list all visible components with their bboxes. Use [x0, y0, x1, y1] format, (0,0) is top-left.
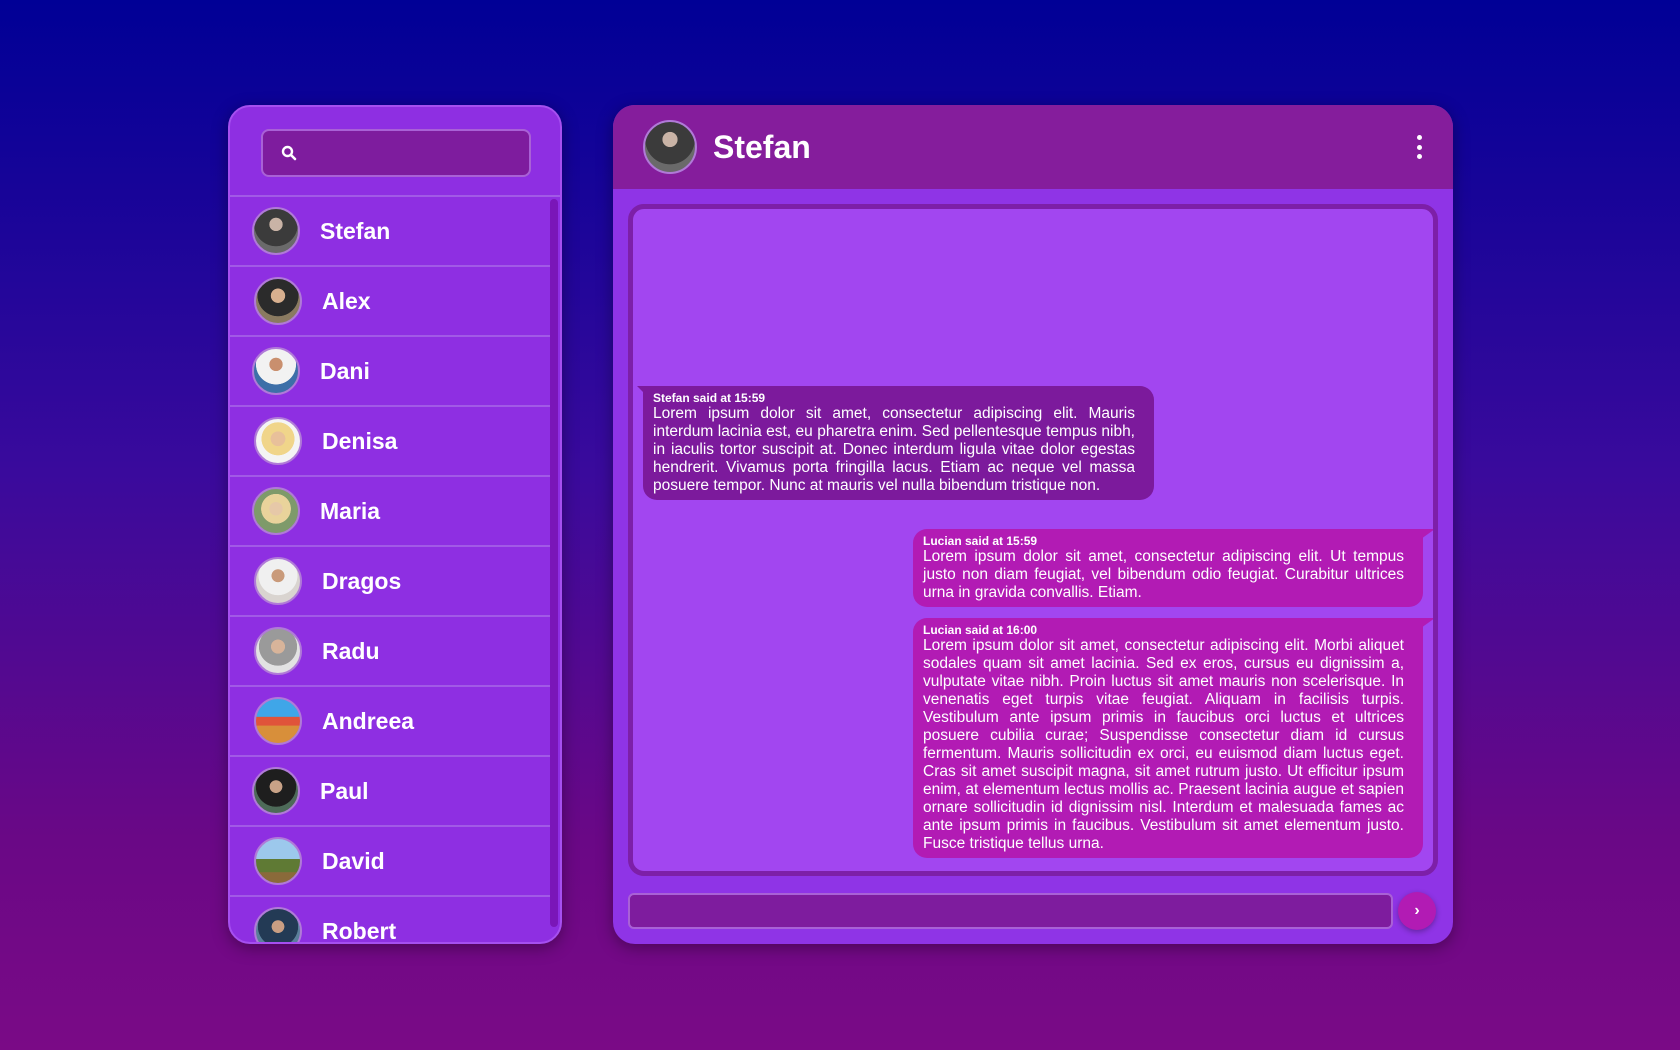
contact-item-denisa[interactable]: Denisa — [230, 407, 552, 477]
avatar — [254, 277, 302, 325]
message-outgoing: Lucian said at 16:00 Lorem ipsum dolor s… — [913, 618, 1433, 858]
message-input[interactable] — [630, 895, 1391, 927]
contact-list: Stefan Alex Dani Denisa Maria Dragos Rad… — [230, 197, 552, 944]
contact-name: Dani — [320, 357, 370, 384]
contact-item-dragos[interactable]: Dragos — [230, 547, 552, 617]
contact-item-stefan[interactable]: Stefan — [230, 197, 552, 267]
search-icon — [281, 145, 297, 161]
avatar — [643, 120, 697, 174]
avatar — [254, 557, 302, 605]
message-outgoing: Lucian said at 15:59 Lorem ipsum dolor s… — [913, 529, 1433, 607]
contact-name: Paul — [320, 777, 369, 804]
message-incoming: Stefan said at 15:59 Lorem ipsum dolor s… — [637, 386, 1154, 500]
avatar — [252, 207, 300, 255]
message-meta: Lucian said at 15:59 — [923, 534, 1038, 548]
contact-name: Radu — [322, 637, 380, 664]
chevron-right-icon: › — [1414, 902, 1420, 919]
contact-item-radu[interactable]: Radu — [230, 617, 552, 687]
dot-icon — [1416, 154, 1422, 159]
avatar — [254, 697, 302, 745]
contact-item-paul[interactable]: Paul — [230, 757, 552, 827]
chat-header: Stefan — [613, 105, 1453, 189]
avatar — [252, 347, 300, 395]
contact-item-robert[interactable]: Robert — [230, 897, 552, 944]
contact-item-david[interactable]: David — [230, 827, 552, 897]
contact-name: Stefan — [320, 217, 391, 244]
contact-name: Alex — [322, 287, 371, 314]
avatar — [254, 627, 302, 675]
message-text: Lorem ipsum dolor sit amet, consectetur … — [653, 405, 1135, 494]
contact-name: Denisa — [322, 427, 398, 454]
message-text: Lorem ipsum dolor sit amet, consectetur … — [923, 548, 1404, 601]
contact-name: David — [322, 847, 385, 874]
search-bar — [230, 107, 560, 197]
search-box[interactable] — [261, 129, 533, 177]
dot-icon — [1416, 135, 1422, 140]
avatar — [254, 837, 302, 885]
contact-item-maria[interactable]: Maria — [230, 477, 552, 547]
contact-item-dani[interactable]: Dani — [230, 337, 552, 407]
contact-item-andreea[interactable]: Andreea — [230, 687, 552, 757]
search-input[interactable] — [297, 130, 533, 176]
message-meta: Lucian said at 16:00 — [923, 623, 1038, 637]
message-meta: Stefan said at 15:59 — [653, 391, 766, 405]
contact-name: Dragos — [322, 567, 402, 594]
contact-name: Maria — [320, 497, 381, 524]
contact-name: Robert — [322, 917, 397, 944]
avatar — [254, 417, 302, 465]
contacts-panel: Stefan Alex Dani Denisa Maria Dragos Rad… — [228, 105, 562, 944]
avatar — [252, 767, 300, 815]
message-composer[interactable] — [628, 893, 1393, 929]
chat-panel: Stefan Stefan said at 15:59 Lorem ipsum … — [613, 105, 1453, 944]
contact-list-scrollbar[interactable] — [550, 199, 558, 927]
contact-item-alex[interactable]: Alex — [230, 267, 552, 337]
chat-contact-name: Stefan — [713, 128, 811, 165]
avatar — [254, 907, 302, 942]
send-button[interactable]: › — [1398, 892, 1436, 930]
avatar — [252, 487, 300, 535]
dot-icon — [1416, 144, 1422, 150]
more-options-button[interactable] — [1413, 135, 1425, 159]
message-text: Lorem ipsum dolor sit amet, consectetur … — [923, 637, 1404, 852]
contact-name: Andreea — [322, 707, 415, 734]
messages-area[interactable]: Stefan said at 15:59 Lorem ipsum dolor s… — [628, 204, 1438, 876]
